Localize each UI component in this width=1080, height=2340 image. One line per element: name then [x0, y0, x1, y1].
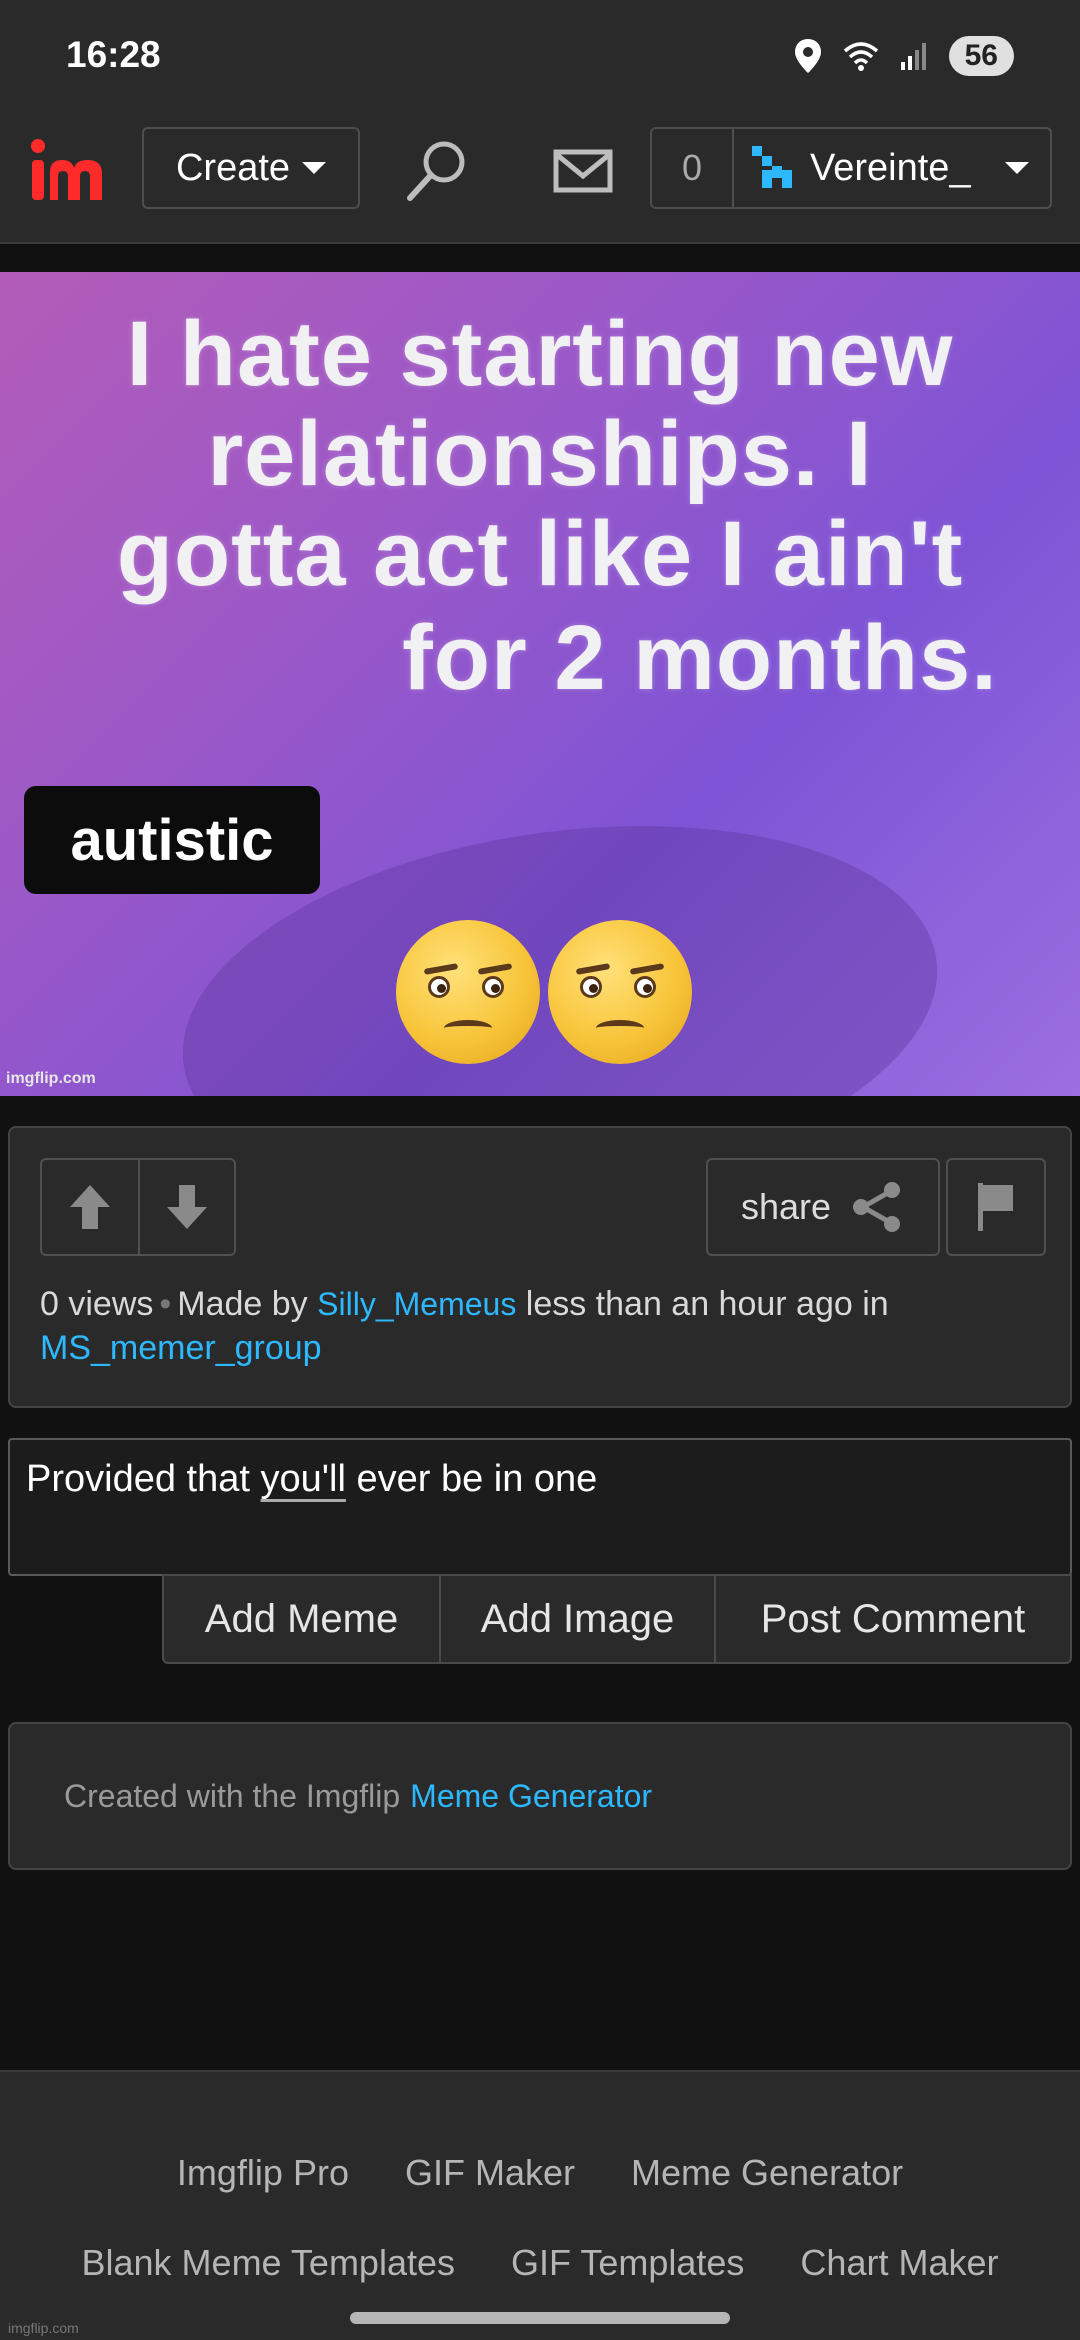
comment-input[interactable]: Provided that you'll ever be in one [8, 1438, 1072, 1576]
footer-link-imgflip-pro[interactable]: Imgflip Pro [177, 2152, 349, 2194]
status-time: 16:28 [66, 34, 161, 75]
logo-icon [31, 139, 102, 200]
arrow-up-icon [70, 1185, 110, 1229]
mail-icon[interactable] [552, 146, 614, 196]
share-label: share [740, 1186, 832, 1227]
footer-link-chart-maker[interactable]: Chart Maker [800, 2242, 998, 2284]
view-count: 0 views [40, 1285, 154, 1323]
add-image-button[interactable]: Add Image [439, 1576, 714, 1662]
notification-count[interactable]: 0 [650, 127, 732, 209]
meme-generator-link[interactable]: Meme Generator [410, 1778, 652, 1815]
avatar-icon [752, 146, 792, 188]
home-indicator[interactable] [350, 2312, 730, 2324]
share-button[interactable]: share [706, 1158, 940, 1256]
chevron-down-icon [302, 162, 327, 174]
footer-link-gif-templates[interactable]: GIF Templates [511, 2242, 744, 2284]
site-header: Create 0 Vereinte_ [0, 100, 1080, 244]
made-by-label: Made by [177, 1285, 308, 1323]
signal-icon [900, 43, 926, 70]
location-icon [794, 39, 821, 73]
flag-icon [978, 1183, 1013, 1231]
comment-text-part-3: ever be in one [345, 1458, 598, 1500]
create-label: Create [175, 146, 291, 189]
user-menu-button[interactable]: Vereinte_ [732, 127, 1052, 209]
site-footer: Imgflip Pro GIF Maker Meme Generator Bla… [0, 2070, 1080, 2340]
post-time: less than an hour ago in [525, 1285, 889, 1323]
post-info-panel: share 0 views • Made by Silly_Memeus less … [8, 1126, 1072, 1408]
footer-links-row-1: Imgflip Pro GIF Maker Meme Generator [0, 2152, 1080, 2194]
post-meta: 0 views • Made by Silly_Memeus less than a… [40, 1285, 889, 1367]
meme-text-line-1: I hate starting new [126, 303, 954, 405]
meme-badge: autistic [24, 786, 320, 894]
footer-link-blank-templates[interactable]: Blank Meme Templates [82, 2242, 456, 2284]
vote-buttons [40, 1158, 236, 1256]
unamused-face-emoji [396, 920, 540, 1064]
comment-text-part-1: Provided that [26, 1458, 261, 1500]
share-icon [853, 1182, 901, 1232]
footer-link-gif-maker[interactable]: GIF Maker [405, 2152, 575, 2194]
create-button[interactable]: Create [142, 127, 360, 209]
footer-links-row-2: Blank Meme Templates GIF Templates Chart… [0, 2242, 1080, 2284]
comment-text-part-2: you'll [260, 1458, 346, 1500]
meme-image[interactable]: I hate starting new relationships. I got… [0, 272, 1080, 1096]
post-comment-button[interactable]: Post Comment [714, 1576, 1070, 1662]
footer-watermark: imgflip.com [8, 2320, 79, 2336]
arrow-down-icon [167, 1185, 207, 1229]
group-link[interactable]: MS_memer_group [40, 1329, 322, 1367]
downvote-button[interactable] [138, 1160, 234, 1254]
upvote-button[interactable] [42, 1160, 138, 1254]
unamused-face-emoji [548, 920, 692, 1064]
imgflip-logo[interactable] [30, 136, 110, 206]
add-meme-button[interactable]: Add Meme [164, 1576, 439, 1662]
meme-text-line-3: gotta act like I ain't [116, 503, 964, 605]
battery-indicator: 56 [948, 36, 1014, 76]
flag-button[interactable] [946, 1158, 1046, 1256]
image-watermark: imgflip.com [6, 1070, 96, 1087]
chevron-down-icon [1004, 162, 1029, 174]
credit-text: Created with the Imgflip [64, 1777, 401, 1814]
credit-panel: Created with the Imgflip Meme Generator [8, 1722, 1072, 1870]
comment-actions: Add Meme Add Image Post Comment [162, 1574, 1072, 1664]
status-bar: 16:28 56 [0, 0, 1080, 100]
meme-text-line-4: for 2 months. [402, 607, 998, 709]
author-link[interactable]: Silly_Memeus [317, 1286, 516, 1322]
meme-text-line-2: relationships. I [207, 403, 873, 505]
username-label: Vereinte_ [810, 146, 971, 189]
status-icons: 56 [793, 34, 1014, 78]
search-icon[interactable] [404, 138, 470, 204]
footer-link-meme-generator[interactable]: Meme Generator [631, 2152, 903, 2194]
wifi-icon [843, 42, 878, 71]
